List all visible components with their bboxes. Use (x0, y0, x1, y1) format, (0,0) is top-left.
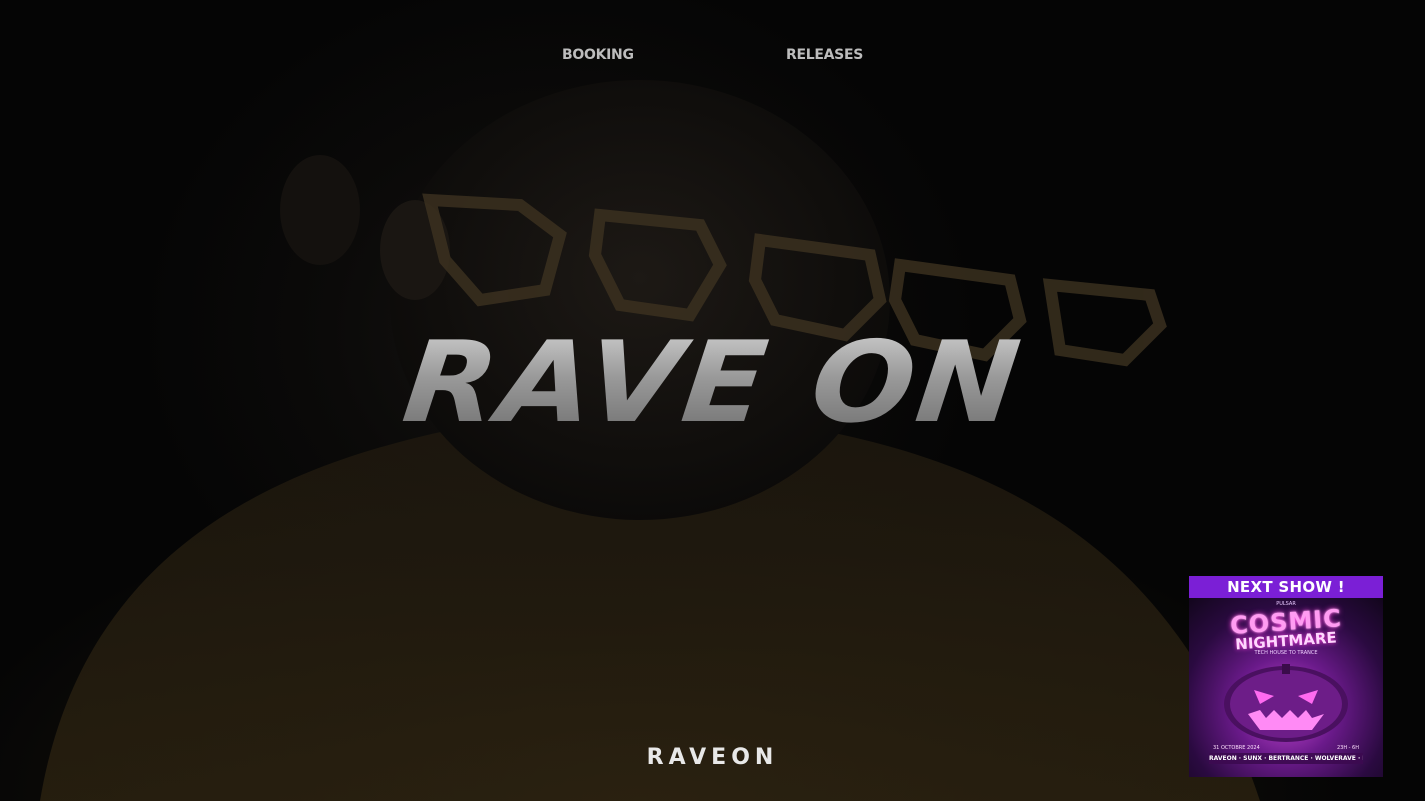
event-poster[interactable]: PULSAR COSMIC NIGHTMARE TECH HOUSE TO TR… (1189, 598, 1383, 777)
top-nav: BOOKING RELEASES (0, 47, 1425, 67)
poster-subtitle: TECH HOUSE TO TRANCE (1254, 650, 1318, 656)
poster-time: 23H - 6H (1336, 745, 1359, 751)
hero-background: BOOKING RELEASES RAVE ON RAVEON NEXT SHO… (0, 0, 1425, 801)
hero-headline: RAVE ON (0, 318, 1425, 448)
poster-date: 31 OCTOBRE 2024 (1213, 745, 1260, 751)
nav-releases-link[interactable]: RELEASES (786, 47, 863, 63)
next-show-card[interactable]: NEXT SHOW ! PULSAR COSMIC NIGHTMARE TECH… (1189, 576, 1383, 777)
poster-lineup: RAVEON · SUNX · BERTRANCE · WOLVERAVE · … (1209, 753, 1363, 764)
pumpkin-icon (1224, 664, 1348, 742)
nav-booking-link[interactable]: BOOKING (562, 47, 634, 63)
next-show-header: NEXT SHOW ! (1189, 576, 1383, 598)
